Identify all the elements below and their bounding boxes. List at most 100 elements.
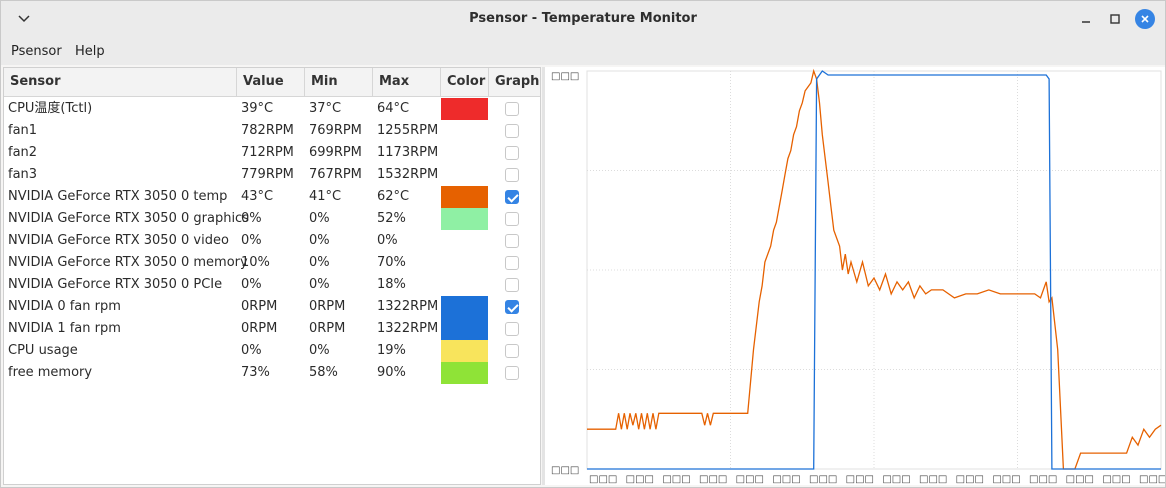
column-header-color[interactable]: Color [441,68,489,96]
x-axis-tick-label: □□□ [956,474,984,485]
x-axis-tick-label: □□□ [1066,474,1094,485]
color-swatch[interactable] [441,362,488,384]
sensor-min: 0% [309,233,330,248]
color-swatch[interactable] [441,208,488,230]
table-row[interactable]: fan2 712RPM 699RPM 1173RPM [4,142,540,164]
app-window: Psensor - Temperature Monitor Psensor He… [0,0,1166,488]
graph-checkbox[interactable] [505,256,519,270]
graph-checkbox[interactable] [505,146,519,160]
x-axis-tick-label: □□□ [736,474,764,485]
x-axis-tick-label: □□□ [882,474,910,485]
graph-checkbox[interactable] [505,212,519,226]
graph-checkbox[interactable] [505,190,519,204]
sensor-max: 19% [377,343,406,358]
sensor-min: 0% [309,211,330,226]
sensor-min: 767RPM [309,167,362,182]
sensor-value: 782RPM [241,123,294,138]
title-bar[interactable]: Psensor - Temperature Monitor [1,1,1165,37]
table-row[interactable]: NVIDIA 1 fan rpm 0RPM 0RPM 1322RPM [4,318,540,340]
sensor-max: 18% [377,277,406,292]
sensor-value: 0% [241,343,262,358]
sensor-min: 769RPM [309,123,362,138]
color-swatch[interactable] [441,296,488,318]
sensor-value: 73% [241,365,270,380]
table-row[interactable]: NVIDIA GeForce RTX 3050 0 PCIe 0% 0% 18% [4,274,540,296]
graph-checkbox[interactable] [505,366,519,380]
sensor-min: 37°C [309,101,342,116]
table-row[interactable]: NVIDIA GeForce RTX 3050 0 memory 10% 0% 70% [4,252,540,274]
sensor-min: 0RPM [309,299,346,314]
menu-psensor[interactable]: Psensor [11,44,62,59]
sensor-value: 10% [241,255,270,270]
sensor-value: 0% [241,277,262,292]
column-header-graph[interactable]: Graph [489,68,540,96]
sensor-max: 70% [377,255,406,270]
table-header: Sensor Value Min Max Color Graph [4,68,540,97]
sensor-max: 62°C [377,189,410,204]
temperature-graph: □□□ □□□ □□□ □□□ □□□ □□□ □□□ □□□ □□□ □□□ □□□ □□□ □□□ □… [551,68,1165,485]
sensor-value: 0RPM [241,321,278,336]
sensor-max: 0% [377,233,398,248]
sensor-max: 52% [377,211,406,226]
graph-checkbox[interactable] [505,278,519,292]
sensor-value: 39°C [241,101,274,116]
x-axis-tick-label: □□□ [699,474,727,485]
sensor-max: 64°C [377,101,410,116]
column-header-value[interactable]: Value [237,68,305,96]
column-header-sensor[interactable]: Sensor [4,68,237,96]
sensor-max: 1532RPM [377,167,439,182]
graph-checkbox[interactable] [505,124,519,138]
sensor-name: NVIDIA GeForce RTX 3050 0 memory [8,255,248,270]
sensor-min: 0% [309,255,330,270]
maximize-icon[interactable] [1104,8,1126,30]
table-row[interactable]: CPU温度(Tctl) 39°C 37°C 64°C [4,98,540,120]
column-header-max[interactable]: Max [373,68,441,96]
graph-checkbox[interactable] [505,102,519,116]
sensor-min: 41°C [309,189,342,204]
column-header-min[interactable]: Min [305,68,373,96]
sensor-value: 779RPM [241,167,294,182]
color-swatch[interactable] [441,186,488,208]
graph-checkbox[interactable] [505,322,519,336]
table-row[interactable]: fan1 782RPM 769RPM 1255RPM [4,120,540,142]
table-row[interactable]: NVIDIA GeForce RTX 3050 0 graphics 0% 0% 52… [4,208,540,230]
x-axis-tick-label: □□□ [992,474,1020,485]
graph-checkbox[interactable] [505,344,519,358]
x-axis-tick-label: □□□ [589,474,617,485]
x-axis-tick-label: □□□ [626,474,654,485]
x-axis-tick-label: □□□ [809,474,837,485]
color-swatch[interactable] [441,340,488,362]
color-swatch[interactable] [441,98,488,120]
graph-checkbox[interactable] [505,300,519,314]
sensor-name: CPU温度(Tctl) [8,101,93,116]
sensor-min: 0RPM [309,321,346,336]
x-axis-tick-label: □□□ [1102,474,1130,485]
sensor-min: 0% [309,277,330,292]
sensor-name: fan1 [8,123,38,138]
graph-checkbox[interactable] [505,168,519,182]
table-row[interactable]: NVIDIA 0 fan rpm 0RPM 0RPM 1322RPM [4,296,540,318]
table-row[interactable]: CPU usage 0% 0% 19% [4,340,540,362]
graph-checkbox[interactable] [505,234,519,248]
y-axis-max-label: □□□ [551,71,579,82]
x-axis-tick-label: □□□ [1029,474,1057,485]
close-icon[interactable] [1135,9,1155,29]
x-axis-tick-label: □□□ [1139,474,1165,485]
sensor-value: 0% [241,233,262,248]
y-axis-min-label: □□□ [551,465,579,476]
color-swatch[interactable] [441,318,488,340]
table-row[interactable]: NVIDIA GeForce RTX 3050 0 video 0% 0% 0% [4,230,540,252]
x-axis-tick-label: □□□ [846,474,874,485]
table-row[interactable]: NVIDIA GeForce RTX 3050 0 temp 43°C 41°C 62… [4,186,540,208]
sensor-name: free memory [8,365,93,380]
sensor-max: 1322RPM [377,299,439,314]
sensor-name: CPU usage [8,343,78,358]
table-row[interactable]: free memory 73% 58% 90% [4,362,540,384]
minimize-icon[interactable] [1075,8,1097,30]
sensor-name: NVIDIA GeForce RTX 3050 0 video [8,233,229,248]
sensor-name: NVIDIA 1 fan rpm [8,321,121,336]
menu-help[interactable]: Help [75,44,105,59]
sensor-max: 1255RPM [377,123,439,138]
sensor-value: 43°C [241,189,274,204]
table-row[interactable]: fan3 779RPM 767RPM 1532RPM [4,164,540,186]
